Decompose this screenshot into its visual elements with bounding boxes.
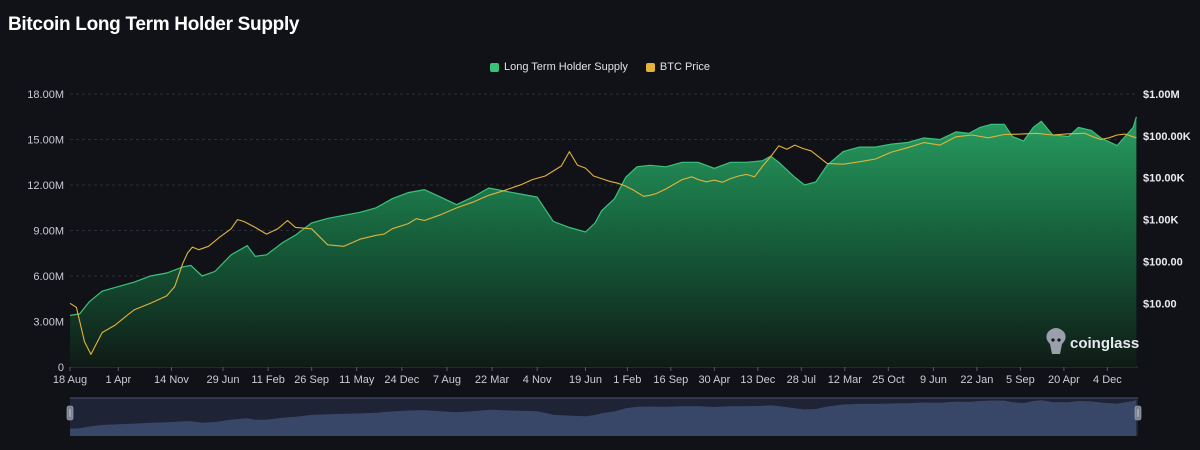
right-axis: $10.00 $100.00 $1.00K $10.00K $100.00K $1.00M bbox=[1143, 89, 1191, 310]
x-tick-label: 24 Dec bbox=[384, 374, 419, 386]
left-tick-label: 3.00M bbox=[33, 317, 64, 329]
x-tick-label: 25 Oct bbox=[872, 374, 904, 386]
left-tick-label: 9.00M bbox=[33, 226, 64, 238]
left-tick-label: 0 bbox=[58, 362, 64, 374]
supply-area bbox=[70, 116, 1137, 367]
right-tick-label: $100.00 bbox=[1143, 256, 1183, 268]
right-tick-label: $10.00K bbox=[1143, 173, 1185, 185]
right-tick-label: $10.00 bbox=[1143, 298, 1177, 310]
x-tick-label: 1 Apr bbox=[105, 374, 131, 386]
x-tick-label: 4 Dec bbox=[1093, 374, 1122, 386]
x-tick-label: 11 May bbox=[339, 374, 375, 386]
x-tick-label: 29 Jun bbox=[207, 374, 240, 386]
x-tick-label: 7 Aug bbox=[433, 374, 461, 386]
x-axis: 18 Aug 1 Apr 14 Nov 29 Jun 11 Feb 26 Sep 11 Ma… bbox=[53, 367, 1122, 386]
x-tick-label: 13 Dec bbox=[740, 374, 775, 386]
x-tick-label: 22 Mar bbox=[475, 374, 510, 386]
left-axis: 0 3.00M 6.00M 9.00M 12.00M 15.00M 18.00M bbox=[27, 89, 64, 374]
left-tick-label: 18.00M bbox=[27, 89, 64, 101]
right-tick-label: $1.00K bbox=[1143, 215, 1179, 227]
x-tick-label: 1 Feb bbox=[613, 374, 641, 386]
x-tick-label: 20 Apr bbox=[1048, 374, 1080, 386]
x-tick-label: 30 Apr bbox=[698, 374, 730, 386]
x-tick-label: 4 Nov bbox=[523, 374, 552, 386]
watermark-text: coinglass bbox=[1070, 335, 1139, 352]
range-navigator[interactable] bbox=[66, 397, 1142, 436]
left-tick-label: 6.00M bbox=[33, 271, 64, 283]
x-tick-label: 11 Feb bbox=[251, 374, 284, 386]
x-tick-label: 9 Jun bbox=[920, 374, 947, 386]
x-tick-label: 14 Nov bbox=[154, 374, 189, 386]
left-tick-label: 15.00M bbox=[27, 135, 64, 147]
x-tick-label: 5 Sep bbox=[1006, 374, 1035, 386]
x-tick-label: 26 Sep bbox=[294, 374, 329, 386]
x-tick-label: 12 Mar bbox=[828, 374, 863, 386]
right-tick-label: $100.00K bbox=[1143, 131, 1191, 143]
chart-canvas[interactable]: 0 3.00M 6.00M 9.00M 12.00M 15.00M 18.00M $10.0… bbox=[0, 0, 1200, 450]
left-tick-label: 12.00M bbox=[27, 180, 64, 192]
x-tick-label: 16 Sep bbox=[653, 374, 688, 386]
right-tick-label: $1.00M bbox=[1143, 89, 1180, 101]
x-tick-label: 22 Jan bbox=[960, 374, 993, 386]
plot-area bbox=[69, 116, 1137, 367]
x-tick-label: 28 Jul bbox=[787, 374, 816, 386]
x-tick-label: 18 Aug bbox=[53, 374, 87, 386]
x-tick-label: 19 Jun bbox=[569, 374, 602, 386]
